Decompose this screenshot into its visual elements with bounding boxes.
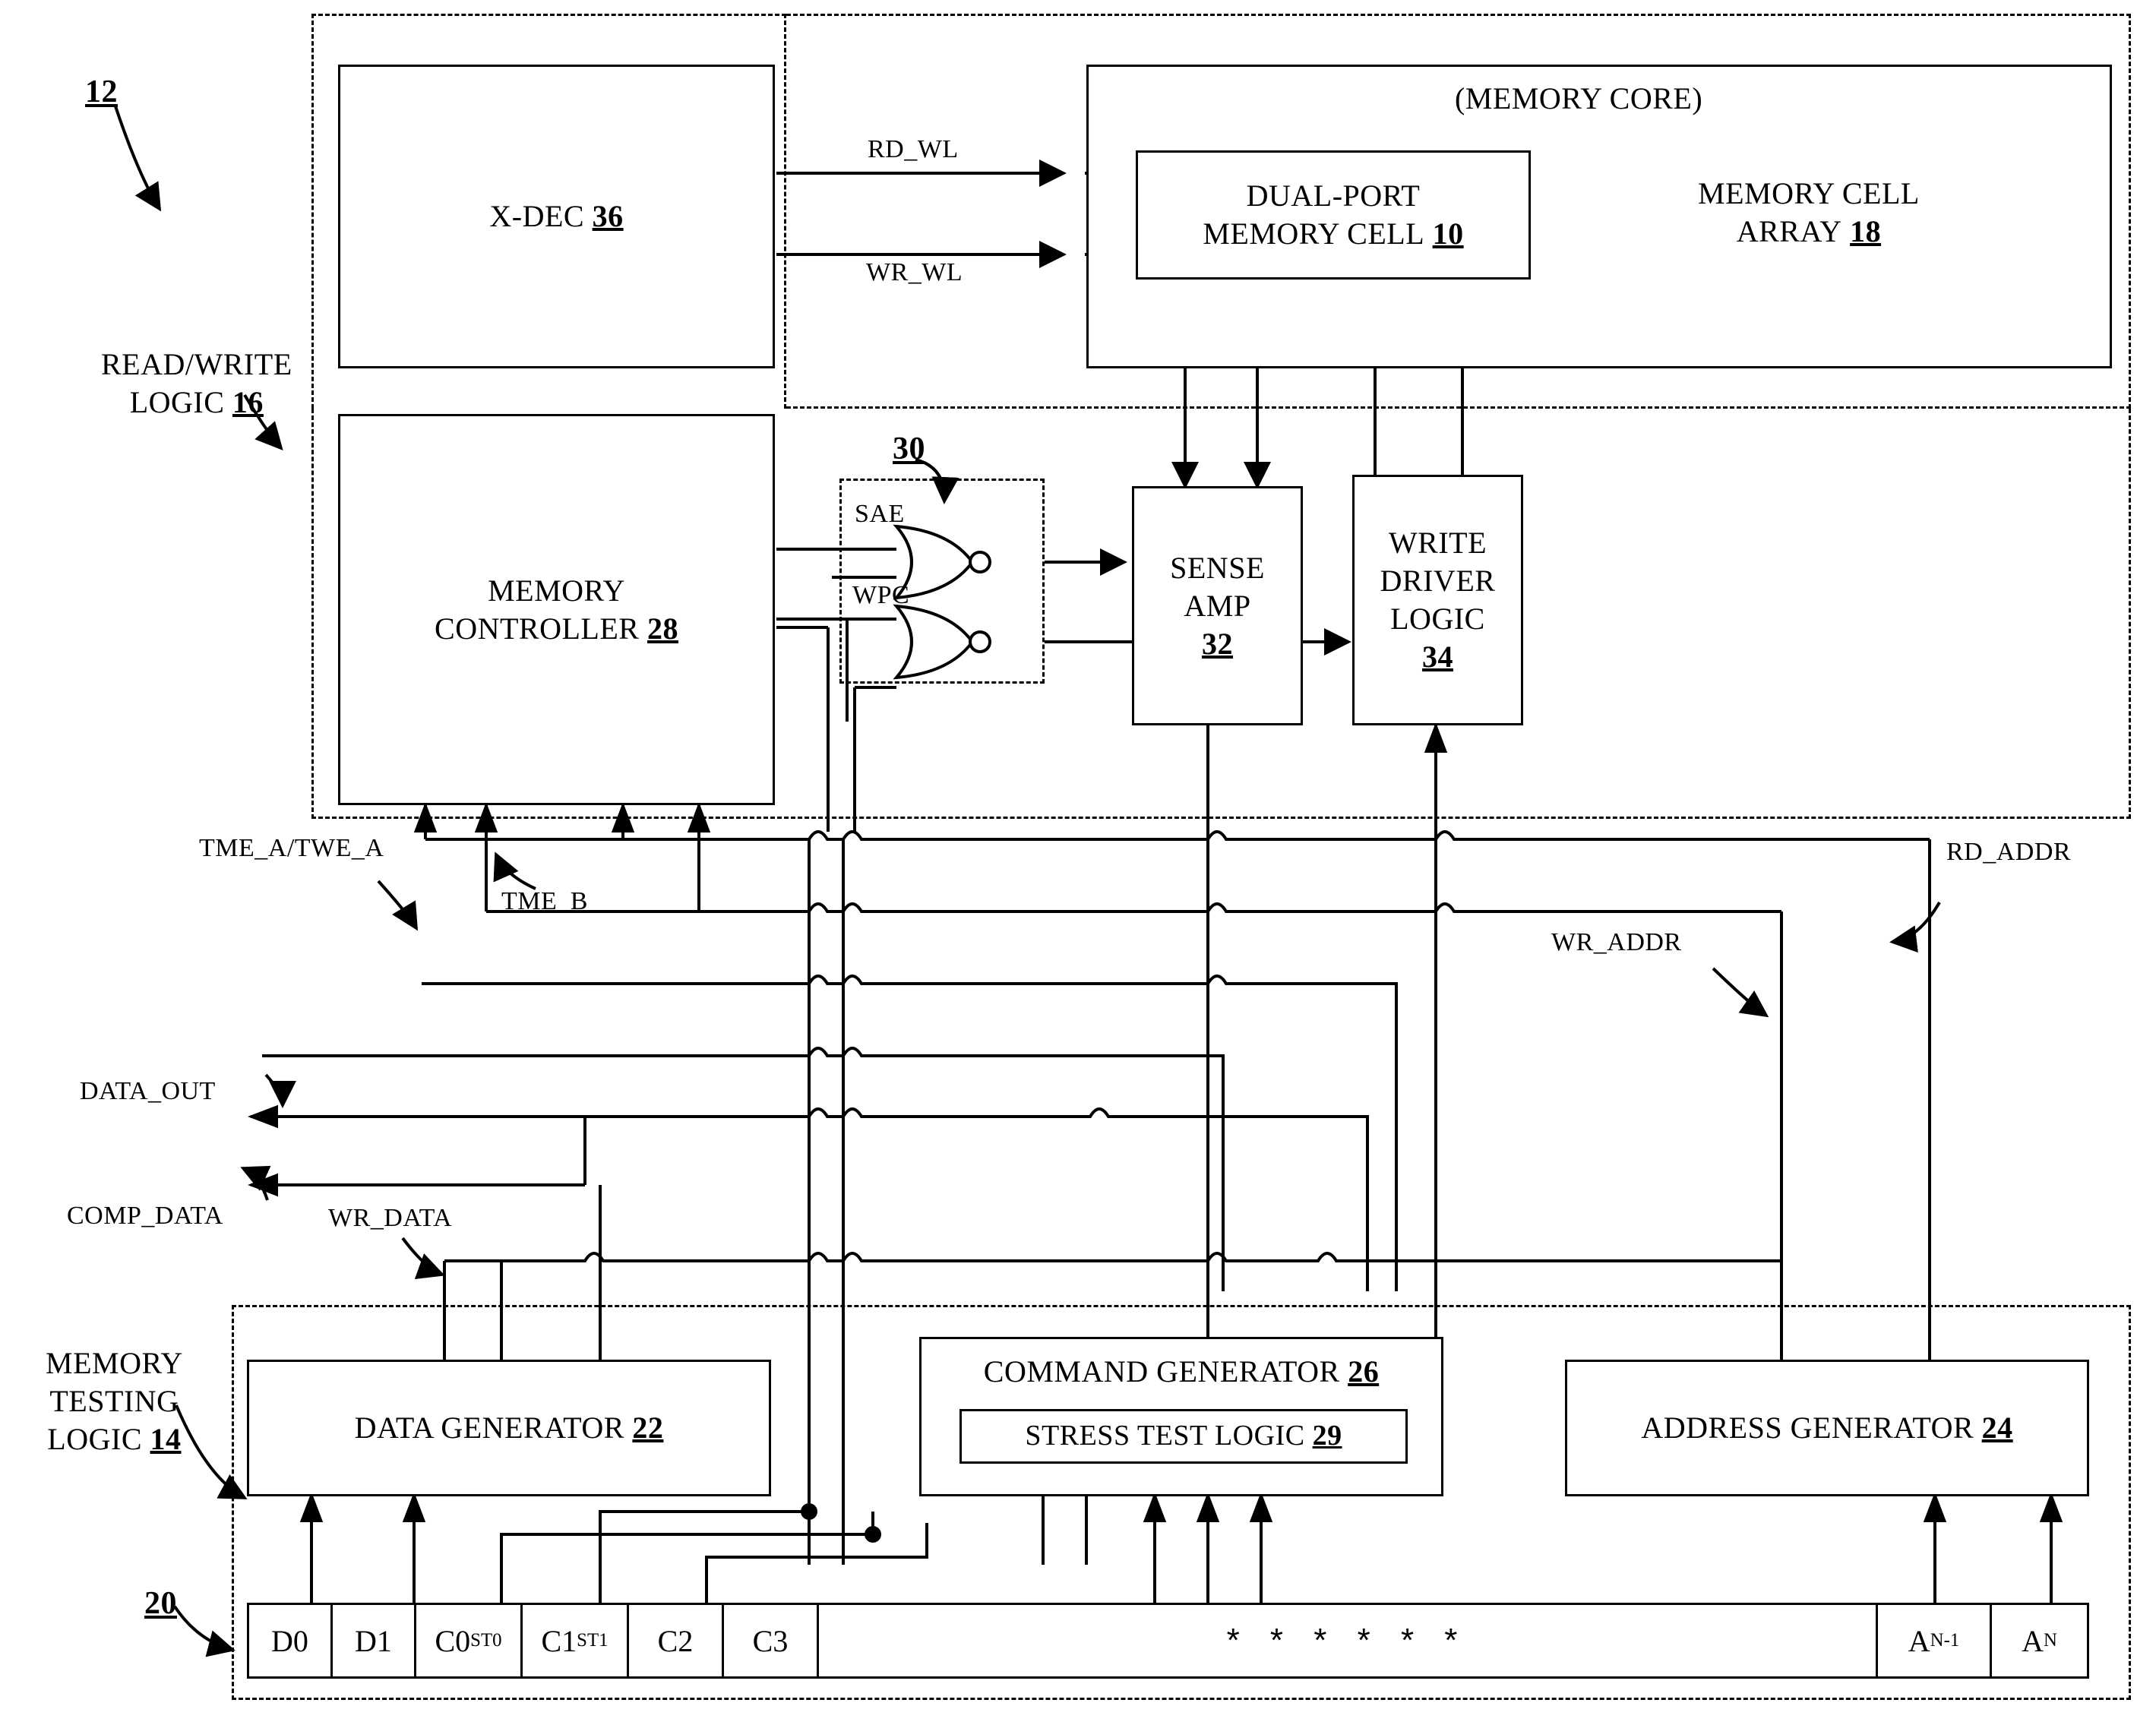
register-cell-c0st0[interactable]: C0 ST0 — [416, 1605, 523, 1676]
block-address-generator[interactable]: ADDRESS GENERATOR 24 — [1565, 1360, 2089, 1496]
memory-core-label: (MEMORY CORE) — [1455, 81, 1703, 115]
block-dual-port-memory-cell[interactable]: DUAL-PORT MEMORY CELL 10 — [1136, 150, 1531, 280]
register-cell-d0[interactable]: D0 — [249, 1605, 333, 1676]
block-write-driver-logic[interactable]: WRITE DRIVER LOGIC 34 — [1352, 475, 1523, 725]
register-cell-an[interactable]: AN — [1992, 1605, 2087, 1676]
cell-sub: ST1 — [577, 1630, 609, 1651]
write-driver-logic-label: WRITE DRIVER LOGIC 34 — [1380, 526, 1496, 674]
register-row[interactable]: D0 D1 C0 ST0 C1 ST1 C2 C3 * * * * * * A N-1… — [247, 1603, 2089, 1679]
cell-sub: ST0 — [470, 1630, 502, 1651]
signal-wr-addr: WR_ADDR — [1551, 928, 1682, 956]
cell-text: A — [1908, 1623, 1930, 1658]
signal-tme-a-twe-a: TME_A/TWE_A — [199, 834, 384, 862]
signal-rd-wl: RD_WL — [868, 135, 959, 163]
command-generator-label: COMMAND GENERATOR 26 — [983, 1354, 1380, 1389]
signal-data-out: DATA_OUT — [80, 1077, 216, 1105]
data-generator-label: DATA GENERATOR 22 — [354, 1411, 664, 1445]
register-cell-c1st1[interactable]: C1 ST1 — [523, 1605, 629, 1676]
signal-comp-data: COMP_DATA — [67, 1202, 223, 1230]
cell-sub: N-1 — [1930, 1630, 1960, 1651]
block-sense-amp[interactable]: SENSE AMP 32 — [1132, 486, 1303, 725]
cell-text: C2 — [657, 1623, 694, 1658]
patent-figure: X-DEC 36 (MEMORY CORE) MEMORY CELL ARRAY… — [0, 0, 2156, 1725]
address-generator-label: ADDRESS GENERATOR 24 — [1641, 1411, 2013, 1445]
read-write-logic-label: READ/WRITE LOGIC 16 — [101, 347, 292, 419]
dual-port-cell-label: DUAL-PORT MEMORY CELL 10 — [1203, 179, 1464, 251]
memory-testing-logic-label: MEMORY TESTING LOGIC 14 — [46, 1346, 183, 1456]
memory-cell-array-label: MEMORY CELL ARRAY 18 — [1698, 176, 1920, 248]
register-cell-an-1[interactable]: A N-1 — [1878, 1605, 1992, 1676]
register-cell-ellipsis: * * * * * * — [819, 1605, 1878, 1676]
ellipsis-text: * * * * * * — [1226, 1622, 1468, 1659]
cell-text: C0 — [435, 1623, 471, 1658]
cell-text: A — [2022, 1623, 2044, 1658]
register-cell-c3[interactable]: C3 — [724, 1605, 819, 1676]
x-dec-label: X-DEC 36 — [489, 199, 624, 233]
block-command-generator[interactable]: COMMAND GENERATOR 26 STRESS TEST LOGIC 2… — [919, 1337, 1443, 1496]
ref-12: 12 — [85, 74, 118, 109]
ref-30: 30 — [893, 431, 925, 466]
cell-text: D0 — [271, 1623, 308, 1658]
block-stress-test-logic[interactable]: STRESS TEST LOGIC 29 — [959, 1409, 1408, 1464]
cell-text: C3 — [752, 1623, 789, 1658]
sense-amp-label: SENSE AMP 32 — [1170, 550, 1265, 661]
signal-rd-addr: RD_ADDR — [1946, 838, 2072, 866]
cell-sub: N — [2043, 1630, 2057, 1651]
signal-wr-data: WR_DATA — [328, 1204, 453, 1232]
cell-text: C1 — [541, 1623, 577, 1658]
block-x-dec[interactable]: X-DEC 36 — [338, 65, 775, 368]
register-cell-c2[interactable]: C2 — [629, 1605, 724, 1676]
block-data-generator[interactable]: DATA GENERATOR 22 — [247, 1360, 771, 1496]
ref-20: 20 — [144, 1586, 177, 1621]
memory-controller-label: MEMORY CONTROLLER 28 — [435, 573, 678, 646]
signal-sae: SAE — [855, 500, 905, 528]
signal-wr-wl: WR_WL — [866, 258, 963, 286]
signal-tme-b: TME_B — [501, 887, 588, 915]
stress-test-logic-label: STRESS TEST LOGIC 29 — [1025, 1420, 1342, 1452]
register-cell-d1[interactable]: D1 — [333, 1605, 416, 1676]
block-memory-controller[interactable]: MEMORY CONTROLLER 28 — [338, 414, 775, 805]
signal-wpc: WPC — [852, 581, 910, 609]
cell-text: D1 — [355, 1623, 392, 1658]
